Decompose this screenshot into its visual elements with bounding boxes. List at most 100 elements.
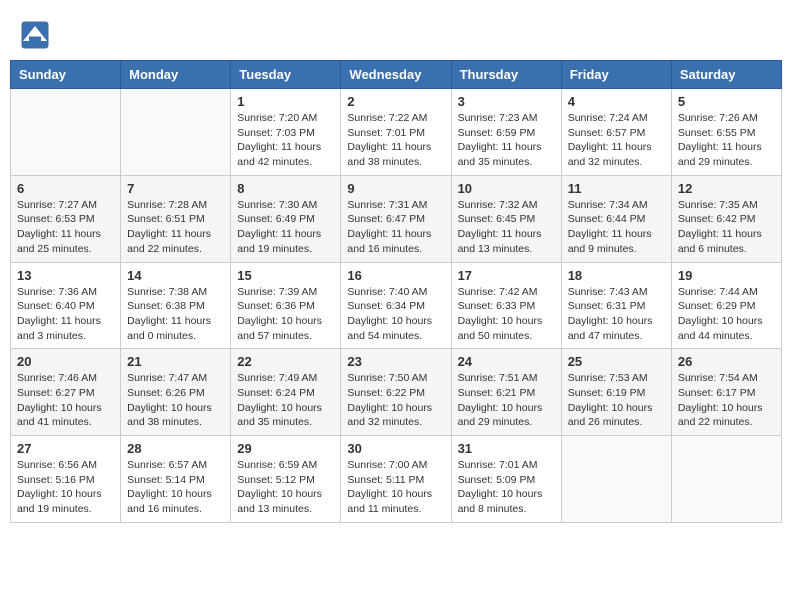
calendar-cell: 7 Sunrise: 7:28 AM Sunset: 6:51 PM Daylig…: [121, 175, 231, 262]
calendar-cell: 22 Sunrise: 7:49 AM Sunset: 6:24 PM Dayli…: [231, 349, 341, 436]
day-info: Sunrise: 7:01 AM Sunset: 5:09 PM Dayligh…: [458, 458, 555, 517]
day-info: Sunrise: 7:30 AM Sunset: 6:49 PM Dayligh…: [237, 198, 334, 257]
day-number: 26: [678, 354, 775, 369]
calendar-cell: 26 Sunrise: 7:54 AM Sunset: 6:17 PM Dayli…: [671, 349, 781, 436]
calendar-cell: 8 Sunrise: 7:30 AM Sunset: 6:49 PM Daylig…: [231, 175, 341, 262]
day-number: 27: [17, 441, 114, 456]
calendar-cell: 6Sunrise: 7:27 AM Sunset: 6:53 PM Daylig…: [11, 175, 121, 262]
day-info: Sunrise: 6:57 AM Sunset: 5:14 PM Dayligh…: [127, 458, 224, 517]
calendar-week-row: 6Sunrise: 7:27 AM Sunset: 6:53 PM Daylig…: [11, 175, 782, 262]
day-number: 7: [127, 181, 224, 196]
day-info: Sunrise: 7:39 AM Sunset: 6:36 PM Dayligh…: [237, 285, 334, 344]
logo: [20, 20, 54, 50]
calendar-cell: 10 Sunrise: 7:32 AM Sunset: 6:45 PM Dayli…: [451, 175, 561, 262]
calendar-week-row: 27 Sunrise: 6:56 AM Sunset: 5:16 PM Dayli…: [11, 436, 782, 523]
calendar-cell: 21 Sunrise: 7:47 AM Sunset: 6:26 PM Dayli…: [121, 349, 231, 436]
day-info: Sunrise: 7:28 AM Sunset: 6:51 PM Dayligh…: [127, 198, 224, 257]
day-number: 19: [678, 268, 775, 283]
page-header: [10, 10, 782, 55]
day-info: Sunrise: 7:35 AM Sunset: 6:42 PM Dayligh…: [678, 198, 775, 257]
day-number: 25: [568, 354, 665, 369]
calendar-cell: [561, 436, 671, 523]
calendar-cell: 4 Sunrise: 7:24 AM Sunset: 6:57 PM Daylig…: [561, 89, 671, 176]
calendar-cell: 15 Sunrise: 7:39 AM Sunset: 6:36 PM Dayli…: [231, 262, 341, 349]
day-info: Sunrise: 7:44 AM Sunset: 6:29 PM Dayligh…: [678, 285, 775, 344]
day-header-wednesday: Wednesday: [341, 61, 451, 89]
calendar-table: SundayMondayTuesdayWednesdayThursdayFrid…: [10, 60, 782, 523]
day-info: Sunrise: 7:36 AM Sunset: 6:40 PM Dayligh…: [17, 285, 114, 344]
day-number: 18: [568, 268, 665, 283]
calendar-cell: 5 Sunrise: 7:26 AM Sunset: 6:55 PM Daylig…: [671, 89, 781, 176]
day-info: Sunrise: 7:54 AM Sunset: 6:17 PM Dayligh…: [678, 371, 775, 430]
day-info: Sunrise: 7:47 AM Sunset: 6:26 PM Dayligh…: [127, 371, 224, 430]
day-number: 15: [237, 268, 334, 283]
day-number: 4: [568, 94, 665, 109]
calendar-week-row: 20Sunrise: 7:46 AM Sunset: 6:27 PM Dayli…: [11, 349, 782, 436]
calendar-cell: 16 Sunrise: 7:40 AM Sunset: 6:34 PM Dayli…: [341, 262, 451, 349]
calendar-week-row: 13 Sunrise: 7:36 AM Sunset: 6:40 PM Dayli…: [11, 262, 782, 349]
calendar-cell: [121, 89, 231, 176]
day-number: 12: [678, 181, 775, 196]
day-info: Sunrise: 7:40 AM Sunset: 6:34 PM Dayligh…: [347, 285, 444, 344]
calendar-cell: 24Sunrise: 7:51 AM Sunset: 6:21 PM Dayli…: [451, 349, 561, 436]
day-info: Sunrise: 6:56 AM Sunset: 5:16 PM Dayligh…: [17, 458, 114, 517]
day-info: Sunrise: 7:22 AM Sunset: 7:01 PM Dayligh…: [347, 111, 444, 170]
day-number: 14: [127, 268, 224, 283]
day-number: 13: [17, 268, 114, 283]
day-header-thursday: Thursday: [451, 61, 561, 89]
day-number: 29: [237, 441, 334, 456]
day-info: Sunrise: 7:00 AM Sunset: 5:11 PM Dayligh…: [347, 458, 444, 517]
day-header-monday: Monday: [121, 61, 231, 89]
calendar-cell: 3 Sunrise: 7:23 AM Sunset: 6:59 PM Daylig…: [451, 89, 561, 176]
calendar-cell: 20Sunrise: 7:46 AM Sunset: 6:27 PM Dayli…: [11, 349, 121, 436]
day-info: Sunrise: 7:24 AM Sunset: 6:57 PM Dayligh…: [568, 111, 665, 170]
day-info: Sunrise: 7:42 AM Sunset: 6:33 PM Dayligh…: [458, 285, 555, 344]
day-number: 30: [347, 441, 444, 456]
calendar-cell: 23Sunrise: 7:50 AM Sunset: 6:22 PM Dayli…: [341, 349, 451, 436]
day-number: 28: [127, 441, 224, 456]
day-info: Sunrise: 7:49 AM Sunset: 6:24 PM Dayligh…: [237, 371, 334, 430]
calendar-cell: 12 Sunrise: 7:35 AM Sunset: 6:42 PM Dayli…: [671, 175, 781, 262]
day-number: 21: [127, 354, 224, 369]
day-header-sunday: Sunday: [11, 61, 121, 89]
day-header-friday: Friday: [561, 61, 671, 89]
day-info: Sunrise: 7:32 AM Sunset: 6:45 PM Dayligh…: [458, 198, 555, 257]
day-number: 1: [237, 94, 334, 109]
day-info: Sunrise: 6:59 AM Sunset: 5:12 PM Dayligh…: [237, 458, 334, 517]
day-number: 16: [347, 268, 444, 283]
calendar-cell: 31 Sunrise: 7:01 AM Sunset: 5:09 PM Dayli…: [451, 436, 561, 523]
calendar-cell: 28 Sunrise: 6:57 AM Sunset: 5:14 PM Dayli…: [121, 436, 231, 523]
day-info: Sunrise: 7:23 AM Sunset: 6:59 PM Dayligh…: [458, 111, 555, 170]
day-info: Sunrise: 7:53 AM Sunset: 6:19 PM Dayligh…: [568, 371, 665, 430]
calendar-week-row: 1Sunrise: 7:20 AM Sunset: 7:03 PM Daylig…: [11, 89, 782, 176]
calendar-header-row: SundayMondayTuesdayWednesdayThursdayFrid…: [11, 61, 782, 89]
day-info: Sunrise: 7:27 AM Sunset: 6:53 PM Dayligh…: [17, 198, 114, 257]
day-number: 17: [458, 268, 555, 283]
day-number: 10: [458, 181, 555, 196]
day-number: 5: [678, 94, 775, 109]
day-number: 9: [347, 181, 444, 196]
day-number: 3: [458, 94, 555, 109]
day-info: Sunrise: 7:31 AM Sunset: 6:47 PM Dayligh…: [347, 198, 444, 257]
day-info: Sunrise: 7:46 AM Sunset: 6:27 PM Dayligh…: [17, 371, 114, 430]
calendar-cell: 18Sunrise: 7:43 AM Sunset: 6:31 PM Dayli…: [561, 262, 671, 349]
calendar-cell: 14 Sunrise: 7:38 AM Sunset: 6:38 PM Dayli…: [121, 262, 231, 349]
day-info: Sunrise: 7:51 AM Sunset: 6:21 PM Dayligh…: [458, 371, 555, 430]
day-info: Sunrise: 7:26 AM Sunset: 6:55 PM Dayligh…: [678, 111, 775, 170]
calendar-cell: 17 Sunrise: 7:42 AM Sunset: 6:33 PM Dayli…: [451, 262, 561, 349]
calendar-cell: 29 Sunrise: 6:59 AM Sunset: 5:12 PM Dayli…: [231, 436, 341, 523]
calendar-cell: 13 Sunrise: 7:36 AM Sunset: 6:40 PM Dayli…: [11, 262, 121, 349]
calendar-cell: 25 Sunrise: 7:53 AM Sunset: 6:19 PM Dayli…: [561, 349, 671, 436]
day-number: 22: [237, 354, 334, 369]
day-number: 31: [458, 441, 555, 456]
calendar-cell: 2Sunrise: 7:22 AM Sunset: 7:01 PM Daylig…: [341, 89, 451, 176]
day-number: 23: [347, 354, 444, 369]
day-info: Sunrise: 7:38 AM Sunset: 6:38 PM Dayligh…: [127, 285, 224, 344]
calendar-cell: 27 Sunrise: 6:56 AM Sunset: 5:16 PM Dayli…: [11, 436, 121, 523]
calendar-cell: [11, 89, 121, 176]
calendar-cell: 9 Sunrise: 7:31 AM Sunset: 6:47 PM Daylig…: [341, 175, 451, 262]
day-number: 11: [568, 181, 665, 196]
calendar-cell: 11Sunrise: 7:34 AM Sunset: 6:44 PM Dayli…: [561, 175, 671, 262]
logo-icon: [20, 20, 50, 50]
day-number: 8: [237, 181, 334, 196]
